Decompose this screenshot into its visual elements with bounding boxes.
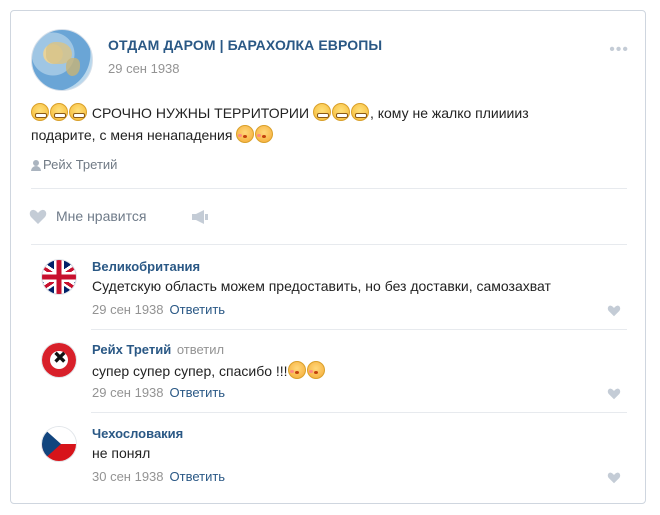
divider — [31, 244, 627, 245]
grin-emoji — [50, 103, 68, 121]
czech-flag[interactable] — [41, 426, 77, 462]
comment-item: Великобритания Судетскую область можем п… — [31, 259, 627, 329]
comment-item: Чехословакия не понял 30 сен 1938 Ответит… — [31, 426, 627, 496]
comment-meta: 29 сен 1938 Ответить — [92, 385, 225, 400]
post-date[interactable]: 29 сен 1938 — [108, 61, 180, 76]
comment-author[interactable]: Чехословакия — [92, 426, 185, 441]
kiss-emoji — [255, 125, 274, 143]
reply-button[interactable]: Ответить — [170, 469, 226, 484]
group-name[interactable]: ОТДАМ ДАРОМ | БАРАХОЛКА ЕВРОПЫ — [108, 37, 382, 53]
comment-meta: 29 сен 1938 Ответить — [92, 302, 225, 317]
comment-item: Рейх Третий ответил супер супер супер, с… — [31, 342, 627, 412]
comment-author[interactable]: Рейх Третий ответил — [92, 342, 224, 357]
divider — [31, 188, 627, 189]
post-author[interactable]: Рейх Третий — [43, 157, 117, 172]
kiss-emoji — [236, 125, 255, 143]
grin-emoji — [331, 103, 350, 121]
post-card: ОТДАМ ДАРОМ | БАРАХОЛКА ЕВРОПЫ 29 сен 19… — [10, 10, 646, 504]
user-icon — [31, 160, 41, 171]
comment-text: не понял — [92, 445, 151, 461]
post-text-line2: подарите, с меня ненападения — [31, 127, 233, 143]
comment-text: супер супер супер, спасибо !!! — [92, 361, 326, 379]
comment-meta: 30 сен 1938 Ответить — [92, 469, 225, 484]
share-icon[interactable] — [191, 210, 209, 224]
post-text-part2: , кому не жалко плииииз — [369, 105, 529, 121]
post-text: СРОЧНО НУЖНЫ ТЕРРИТОРИИ , кому не жалко … — [31, 102, 591, 146]
grin-emoji — [69, 103, 87, 121]
comment-date[interactable]: 30 сен 1938 — [92, 469, 164, 484]
kiss-emoji — [287, 361, 306, 379]
reply-button[interactable]: Ответить — [170, 302, 226, 317]
heart-icon[interactable] — [607, 305, 621, 317]
comment-date[interactable]: 29 сен 1938 — [92, 302, 164, 317]
divider — [91, 412, 627, 413]
grin-emoji — [31, 103, 49, 121]
comment-date[interactable]: 29 сен 1938 — [92, 385, 164, 400]
more-icon[interactable]: ••• — [609, 41, 629, 59]
uk-flag[interactable] — [41, 259, 77, 295]
divider — [91, 329, 627, 330]
group-avatar[interactable] — [31, 29, 93, 91]
comment-author[interactable]: Великобритания — [92, 259, 202, 274]
post-text-part1: СРОЧНО НУЖНЫ ТЕРРИТОРИИ — [91, 105, 310, 121]
heart-icon[interactable] — [607, 388, 621, 400]
heart-icon[interactable] — [607, 472, 621, 484]
reply-button[interactable]: Ответить — [170, 385, 226, 400]
reich-flag[interactable] — [41, 342, 77, 378]
heart-icon[interactable] — [29, 209, 47, 225]
comment-text: Судетскую область можем предоставить, но… — [92, 278, 551, 294]
kiss-emoji — [306, 361, 325, 379]
grin-emoji — [350, 103, 369, 121]
like-button[interactable]: Мне нравится — [56, 208, 146, 224]
grin-emoji — [312, 103, 331, 121]
